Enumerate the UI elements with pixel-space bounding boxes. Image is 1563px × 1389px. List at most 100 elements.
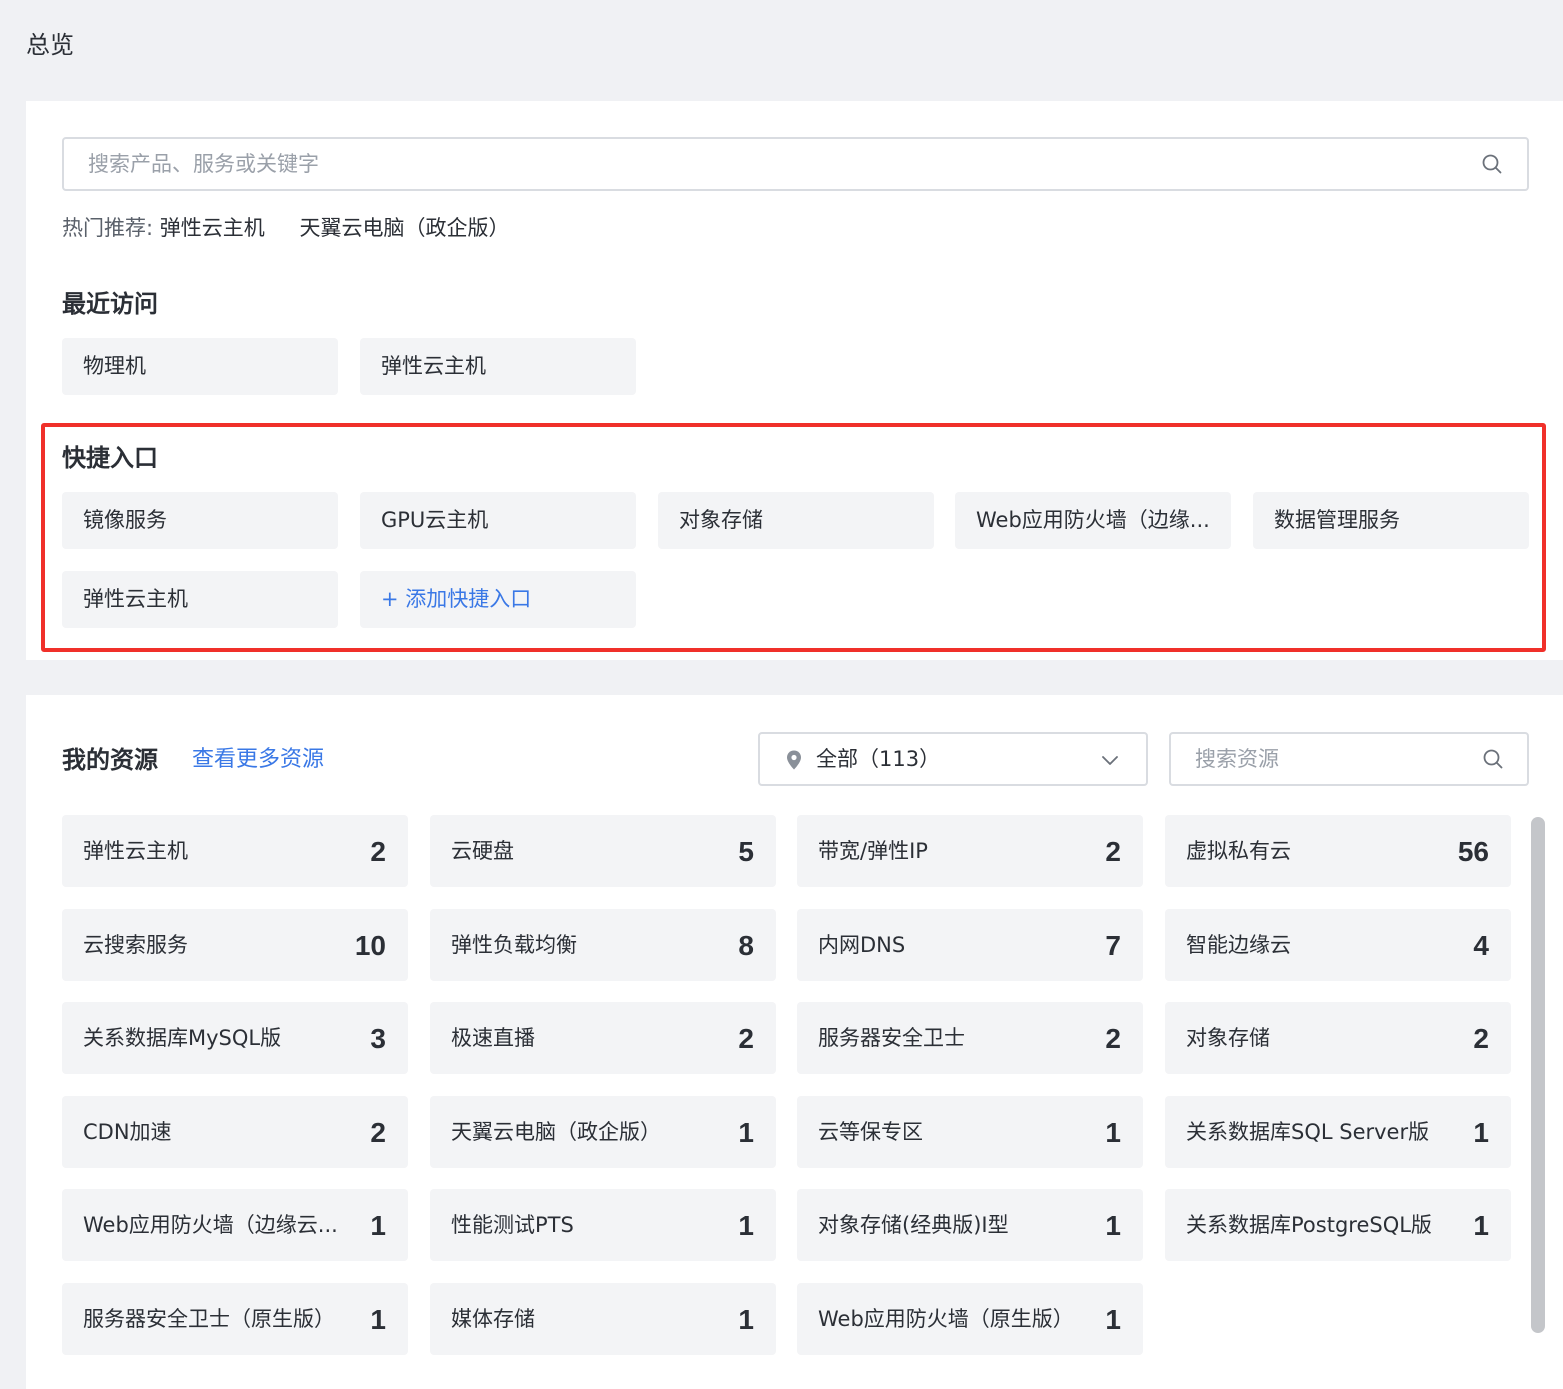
resource-name: 对象存储 bbox=[1186, 1026, 1270, 1050]
resource-tile[interactable]: 弹性云主机 2 bbox=[62, 815, 408, 887]
resource-name: 内网DNS bbox=[818, 933, 906, 957]
resource-count: 2 bbox=[1105, 1023, 1121, 1054]
resource-tile[interactable]: 智能边缘云 4 bbox=[1165, 909, 1511, 981]
resource-count: 1 bbox=[1105, 1117, 1121, 1148]
resource-name: 弹性负载均衡 bbox=[451, 933, 577, 957]
resource-tile[interactable]: 服务器安全卫士（原生版） 1 bbox=[62, 1283, 408, 1355]
resource-tile[interactable]: 云等保专区 1 bbox=[797, 1096, 1143, 1168]
resource-tile[interactable]: 内网DNS 7 bbox=[797, 909, 1143, 981]
resource-name: Web应用防火墙（原生版） bbox=[818, 1307, 1074, 1331]
hot-recommendations: 热门推荐: 弹性云主机 天翼云电脑（政企版） bbox=[62, 213, 509, 243]
resource-tile[interactable]: 天翼云电脑（政企版） 1 bbox=[430, 1096, 776, 1168]
resource-name: 服务器安全卫士（原生版） bbox=[83, 1307, 335, 1331]
resource-name: 云等保专区 bbox=[818, 1120, 923, 1144]
resource-name: 服务器安全卫士 bbox=[818, 1026, 965, 1050]
resource-count: 1 bbox=[370, 1210, 386, 1241]
quick-title: 快捷入口 bbox=[62, 444, 158, 472]
quick-item-ecs[interactable]: 弹性云主机 bbox=[62, 571, 338, 628]
resource-tile[interactable]: 关系数据库SQL Server版 1 bbox=[1165, 1096, 1511, 1168]
resource-name: 带宽/弹性IP bbox=[818, 839, 928, 863]
resource-tile[interactable]: 媒体存储 1 bbox=[430, 1283, 776, 1355]
resource-tile[interactable]: 弹性负载均衡 8 bbox=[430, 909, 776, 981]
resource-count: 1 bbox=[1105, 1304, 1121, 1335]
resource-count: 1 bbox=[738, 1117, 754, 1148]
resource-name: 云搜索服务 bbox=[83, 933, 188, 957]
resource-count: 8 bbox=[738, 930, 754, 961]
region-select-value: 全部（113） bbox=[816, 747, 941, 771]
resource-name: 性能测试PTS bbox=[451, 1213, 574, 1237]
resource-count: 7 bbox=[1105, 930, 1121, 961]
product-search-input[interactable] bbox=[64, 139, 1527, 189]
resource-name: 媒体存储 bbox=[451, 1307, 535, 1331]
resource-count: 5 bbox=[738, 836, 754, 867]
resources-title: 我的资源 bbox=[62, 746, 158, 774]
hot-link-ecs[interactable]: 弹性云主机 bbox=[160, 216, 265, 240]
search-icon[interactable] bbox=[1482, 154, 1502, 174]
quick-item-data-management[interactable]: 数据管理服务 bbox=[1253, 492, 1529, 549]
resource-tile[interactable]: 带宽/弹性IP 2 bbox=[797, 815, 1143, 887]
resources-card: 我的资源 查看更多资源 全部（113） 弹性云主机 2 云硬盘 5 带宽/弹性IP 2 虚拟… bbox=[26, 695, 1563, 1389]
location-pin-icon bbox=[784, 749, 804, 771]
resource-name: 关系数据库MySQL版 bbox=[83, 1026, 282, 1050]
resource-search-box[interactable] bbox=[1169, 732, 1529, 786]
resource-name: 极速直播 bbox=[451, 1026, 535, 1050]
resource-count: 1 bbox=[1473, 1117, 1489, 1148]
resource-tile[interactable]: 对象存储 2 bbox=[1165, 1002, 1511, 1074]
resource-tile[interactable]: 关系数据库PostgreSQL版 1 bbox=[1165, 1189, 1511, 1261]
resource-tile[interactable]: 关系数据库MySQL版 3 bbox=[62, 1002, 408, 1074]
resource-scrollbar[interactable] bbox=[1531, 817, 1545, 1333]
resource-tile[interactable]: 性能测试PTS 1 bbox=[430, 1189, 776, 1261]
add-quick-entry-button[interactable]: + 添加快捷入口 bbox=[360, 571, 636, 628]
resource-name: 虚拟私有云 bbox=[1186, 839, 1291, 863]
resource-name: 云硬盘 bbox=[451, 839, 514, 863]
resource-count: 2 bbox=[1105, 836, 1121, 867]
resource-name: CDN加速 bbox=[83, 1120, 172, 1144]
hot-label: 热门推荐: bbox=[62, 216, 154, 240]
resource-count: 1 bbox=[738, 1304, 754, 1335]
resource-name: 智能边缘云 bbox=[1186, 933, 1291, 957]
resource-tile[interactable]: 云硬盘 5 bbox=[430, 815, 776, 887]
resource-count: 1 bbox=[1105, 1210, 1121, 1241]
resource-name: 对象存储(经典版)I型 bbox=[818, 1213, 1009, 1237]
resource-tile[interactable]: 虚拟私有云 56 bbox=[1165, 815, 1511, 887]
view-more-resources-link[interactable]: 查看更多资源 bbox=[192, 743, 324, 777]
resource-count: 1 bbox=[738, 1210, 754, 1241]
resource-tile[interactable]: Web应用防火墙（原生版） 1 bbox=[797, 1283, 1143, 1355]
resource-count: 2 bbox=[1473, 1023, 1489, 1054]
resource-tile[interactable]: 对象存储(经典版)I型 1 bbox=[797, 1189, 1143, 1261]
chevron-down-icon bbox=[1100, 750, 1120, 770]
resource-name: 关系数据库PostgreSQL版 bbox=[1186, 1213, 1432, 1237]
quick-item-gpu[interactable]: GPU云主机 bbox=[360, 492, 636, 549]
resource-count: 4 bbox=[1473, 930, 1489, 961]
hot-link-cloud-pc[interactable]: 天翼云电脑（政企版） bbox=[299, 216, 509, 240]
quick-item-object-storage[interactable]: 对象存储 bbox=[658, 492, 934, 549]
product-search-box[interactable] bbox=[62, 137, 1529, 191]
overview-card: 热门推荐: 弹性云主机 天翼云电脑（政企版） 最近访问 物理机 弹性云主机 快捷… bbox=[26, 101, 1563, 660]
resource-tile[interactable]: 极速直播 2 bbox=[430, 1002, 776, 1074]
resource-tile[interactable]: Web应用防火墙（边缘云... 1 bbox=[62, 1189, 408, 1261]
resource-count: 10 bbox=[354, 930, 386, 961]
resource-count: 1 bbox=[1473, 1210, 1489, 1241]
resource-count: 2 bbox=[370, 836, 386, 867]
resource-count: 56 bbox=[1457, 836, 1489, 867]
resource-tile[interactable]: 云搜索服务 10 bbox=[62, 909, 408, 981]
resource-tile[interactable]: CDN加速 2 bbox=[62, 1096, 408, 1168]
quick-item-image-service[interactable]: 镜像服务 bbox=[62, 492, 338, 549]
page-title: 总览 bbox=[26, 31, 74, 59]
search-icon[interactable] bbox=[1483, 749, 1503, 769]
resource-name: 关系数据库SQL Server版 bbox=[1186, 1120, 1430, 1144]
recent-item-ecs[interactable]: 弹性云主机 bbox=[360, 338, 636, 395]
resource-tile[interactable]: 服务器安全卫士 2 bbox=[797, 1002, 1143, 1074]
resource-count: 2 bbox=[738, 1023, 754, 1054]
resource-count: 2 bbox=[370, 1117, 386, 1148]
region-select[interactable]: 全部（113） bbox=[758, 732, 1148, 786]
resource-count: 3 bbox=[370, 1023, 386, 1054]
resource-name: 弹性云主机 bbox=[83, 839, 188, 863]
resource-name: 天翼云电脑（政企版） bbox=[451, 1120, 661, 1144]
quick-item-waf-edge[interactable]: Web应用防火墙（边缘... bbox=[955, 492, 1231, 549]
recent-item-bare-metal[interactable]: 物理机 bbox=[62, 338, 338, 395]
resource-search-input[interactable] bbox=[1171, 734, 1527, 784]
resource-name: Web应用防火墙（边缘云... bbox=[83, 1213, 338, 1237]
recent-title: 最近访问 bbox=[62, 290, 158, 318]
resource-count: 1 bbox=[370, 1304, 386, 1335]
